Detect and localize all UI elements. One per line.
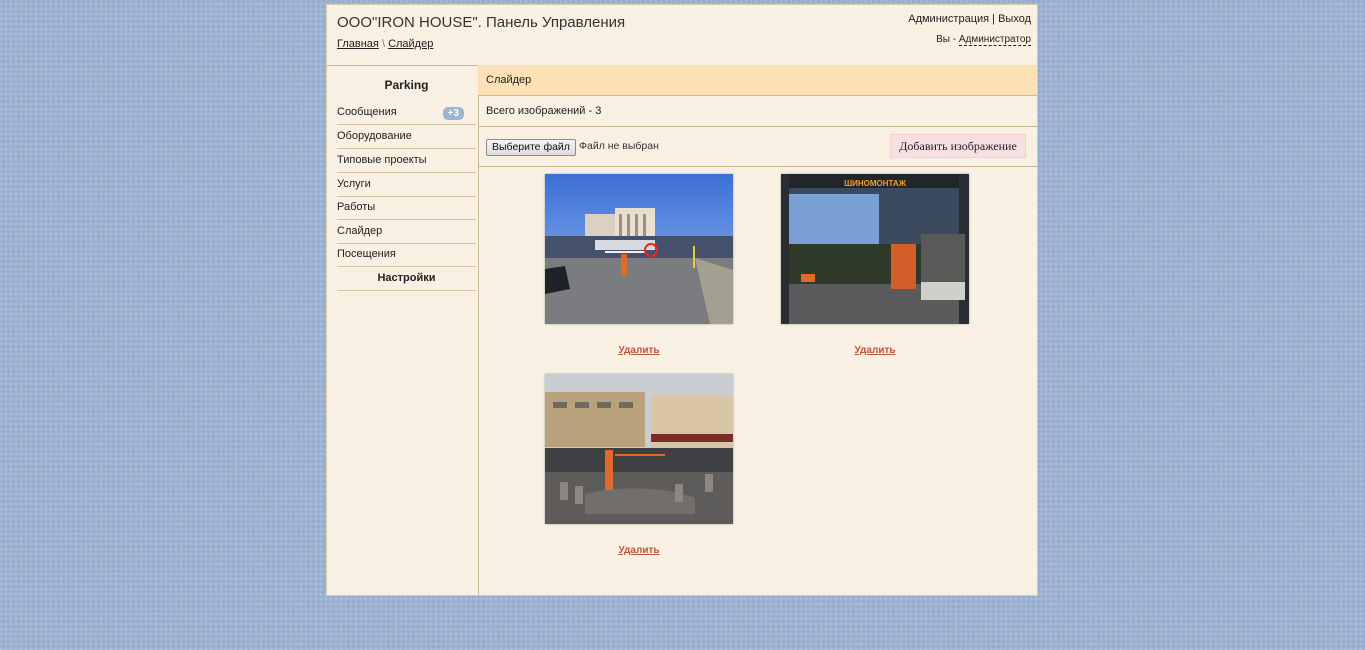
messages-count-badge: +3	[442, 107, 464, 120]
upload-row: Выберите файл Файл не выбран Добавить из…	[478, 127, 1037, 167]
breadcrumb-separator: \	[381, 38, 385, 50]
images-count-row: Всего изображений - 3	[478, 96, 1037, 127]
sidebar-item-equipment[interactable]: Оборудование	[337, 125, 476, 149]
panel-title-bar: Слайдер	[478, 65, 1037, 96]
delete-image-2-link[interactable]: Удалить	[781, 345, 969, 356]
sidebar-item-label: Сообщения	[337, 106, 397, 118]
main-content: Слайдер Всего изображений - 3 Выберите ф…	[478, 65, 1037, 595]
slider-image-2-picture: ШИНОМОНТАЖ	[781, 174, 969, 324]
links-separator: |	[992, 13, 996, 25]
sidebar-item-messages[interactable]: Сообщения +3	[337, 101, 476, 125]
admin-panel: ООО"IRON HOUSE". Панель Управления Главн…	[326, 4, 1038, 596]
sidebar-item-projects[interactable]: Типовые проекты	[337, 149, 476, 173]
sidebar-item-label: Оборудование	[337, 130, 412, 142]
breadcrumb-home-link[interactable]: Главная	[337, 38, 379, 50]
slider-image-3-picture	[545, 374, 733, 524]
delete-image-3-link[interactable]: Удалить	[545, 545, 733, 556]
shinomontazh-sign-text: ШИНОМОНТАЖ	[844, 179, 907, 188]
panel-title: Слайдер	[486, 74, 532, 86]
images-count: Всего изображений - 3	[486, 105, 602, 117]
sidebar-settings-label: Настройки	[377, 272, 436, 284]
choose-file-button[interactable]: Выберите файл	[486, 139, 576, 156]
top-links: Администрация | Выход	[908, 13, 1031, 25]
delete-image-1-link[interactable]: Удалить	[545, 345, 733, 356]
add-image-button[interactable]: Добавить изображение	[890, 134, 1026, 158]
sidebar-item-works[interactable]: Работы	[337, 196, 476, 220]
breadcrumb: Главная \ Слайдер	[337, 38, 433, 50]
slider-image-1	[545, 174, 733, 324]
header: ООО"IRON HOUSE". Панель Управления Главн…	[327, 5, 1037, 66]
file-status: Файл не выбран	[579, 140, 659, 152]
slider-image-3	[545, 374, 733, 524]
sidebar-item-label: Слайдер	[337, 225, 383, 237]
sidebar-item-visits[interactable]: Посещения	[337, 243, 476, 267]
breadcrumb-current-link[interactable]: Слайдер	[388, 38, 433, 50]
user-prefix: Вы -	[936, 34, 957, 45]
slider-image-2: ШИНОМОНТАЖ	[781, 174, 969, 324]
user-line: Вы - Администратор	[936, 34, 1031, 46]
sidebar-item-label: Работы	[337, 201, 376, 213]
sidebar-section-title: Parking	[384, 78, 429, 92]
site-title: ООО"IRON HOUSE". Панель Управления	[337, 14, 626, 31]
sidebar-item-label: Посещения	[337, 248, 396, 260]
logout-link[interactable]: Выход	[998, 13, 1031, 25]
sidebar-item-label: Типовые проекты	[337, 154, 427, 166]
sidebar-item-services[interactable]: Услуги	[337, 173, 476, 197]
sidebar: Parking Сообщения +3 Оборудование Типовы…	[327, 65, 479, 595]
sidebar-item-label: Услуги	[337, 178, 371, 190]
slider-image-1-picture	[545, 174, 733, 324]
sidebar-settings[interactable]: Настройки	[337, 267, 476, 291]
admin-link[interactable]: Администрация	[908, 13, 989, 25]
user-name-link[interactable]: Администратор	[958, 34, 1031, 46]
sidebar-item-slider[interactable]: Слайдер	[337, 220, 476, 244]
